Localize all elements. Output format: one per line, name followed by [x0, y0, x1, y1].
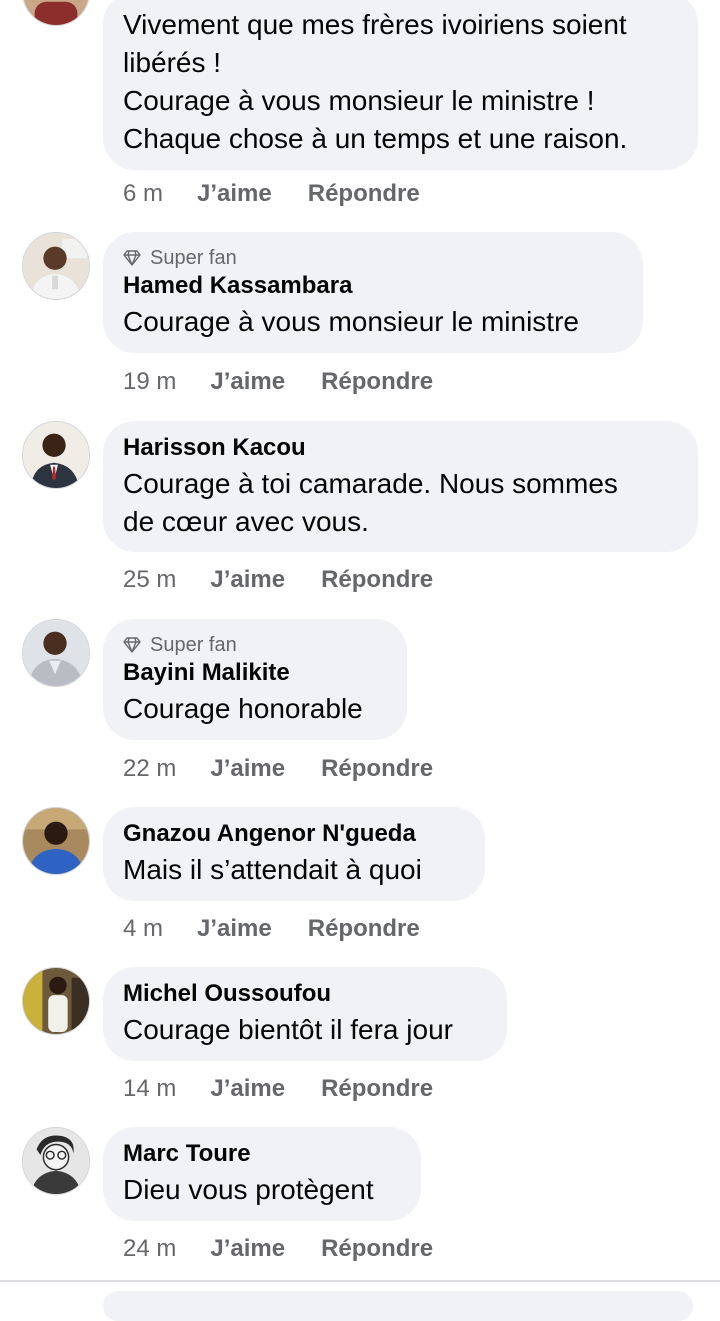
reply-button[interactable]: Répondre: [308, 180, 420, 208]
comment-text-line: Courage à vous monsieur le ministre !: [123, 85, 595, 116]
profile-photo: [23, 808, 89, 874]
comment-bubble[interactable]: Michel Oussoufou Courage bientôt il fera…: [103, 967, 507, 1061]
comment-bubble[interactable]: Marc Toure Dieu vous protègent: [103, 1127, 421, 1221]
comment-actions: 4 m J’aime Répondre: [123, 913, 420, 945]
comment-text: Courage à vous monsieur le ministre: [123, 303, 623, 341]
reply-button[interactable]: Répondre: [321, 368, 433, 396]
comment-text-line: libérés !: [123, 47, 222, 78]
comment-text-line: Courage à vous monsieur le ministre: [123, 306, 579, 337]
avatar[interactable]: [22, 619, 90, 687]
comment-actions: 22 m J’aime Répondre: [123, 753, 433, 785]
comment-author[interactable]: Gnazou Angenor N'gueda: [123, 819, 465, 849]
like-button[interactable]: J’aime: [197, 180, 272, 208]
avatar[interactable]: [22, 967, 90, 1035]
comment-text: Courage à toi camarade. Nous sommes de c…: [123, 465, 678, 541]
like-button[interactable]: J’aime: [210, 566, 285, 594]
comment-actions: 6 m J’aime Répondre: [123, 178, 420, 210]
comment-text: Courage bientôt il fera jour: [123, 1011, 487, 1049]
comment-actions: 19 m J’aime Répondre: [123, 366, 433, 398]
comment-actions: 24 m J’aime Répondre: [123, 1233, 433, 1265]
comment-text-line: Vivement que mes frères ivoiriens soient: [123, 9, 627, 40]
comment-actions: 14 m J’aime Répondre: [123, 1073, 433, 1105]
profile-photo: [23, 233, 89, 299]
comment-author[interactable]: Marc Toure: [123, 1139, 401, 1169]
comment-time: 22 m: [123, 755, 177, 782]
avatar[interactable]: [22, 421, 90, 489]
reply-button[interactable]: Répondre: [308, 915, 420, 943]
profile-photo: [23, 1128, 89, 1194]
comment-time: 25 m: [123, 566, 177, 593]
comment-text-line: Chaque chose à un temps et une raison.: [123, 123, 628, 154]
comment-time: 24 m: [123, 1235, 177, 1262]
comment-bubble[interactable]: Gnazou Angenor N'gueda Mais il s’attenda…: [103, 807, 485, 901]
comment-time: 4 m: [123, 915, 164, 942]
comment-text-line: Mais il s’attendait à quoi: [123, 854, 422, 885]
reply-button[interactable]: Répondre: [321, 1075, 433, 1103]
comment-author[interactable]: Michel Oussoufou: [123, 979, 487, 1009]
profile-photo: [23, 0, 89, 25]
like-button[interactable]: J’aime: [210, 1075, 285, 1103]
comment-actions: 25 m J’aime Répondre: [123, 564, 433, 596]
badge-label: Super fan: [150, 633, 237, 656]
comment-author[interactable]: Bayini Malikite: [123, 658, 387, 688]
super-fan-badge: Super fan: [123, 245, 623, 271]
badge-label: Super fan: [150, 246, 237, 269]
reply-button[interactable]: Répondre: [321, 566, 433, 594]
like-button[interactable]: J’aime: [210, 368, 285, 396]
comment-text-line: de cœur avec vous.: [123, 506, 369, 537]
comment-time: 19 m: [123, 368, 177, 395]
comment-bubble[interactable]: Vivement que mes frères ivoiriens soient…: [103, 0, 698, 170]
next-comment-bubble[interactable]: [103, 1291, 693, 1321]
avatar[interactable]: [22, 807, 90, 875]
comment-author[interactable]: Hamed Kassambara: [123, 271, 623, 301]
comment-bubble[interactable]: Harisson Kacou Courage à toi camarade. N…: [103, 421, 698, 552]
diamond-icon: [123, 250, 141, 266]
comment-text-line: Dieu vous protègent: [123, 1174, 374, 1205]
profile-photo: [23, 422, 89, 488]
comment-bubble[interactable]: Super fan Bayini Malikite Courage honora…: [103, 619, 407, 740]
comment-text: Courage honorable: [123, 690, 387, 728]
comment-text-line: Courage à toi camarade. Nous sommes: [123, 468, 618, 499]
divider: [0, 1280, 720, 1282]
comment-bubble[interactable]: Super fan Hamed Kassambara Courage à vou…: [103, 232, 643, 353]
avatar[interactable]: [22, 1127, 90, 1195]
comment-time: 14 m: [123, 1075, 177, 1102]
comment-text-line: Courage bientôt il fera jour: [123, 1014, 453, 1045]
profile-photo: [23, 968, 89, 1034]
reply-button[interactable]: Répondre: [321, 755, 433, 783]
comment-time: 6 m: [123, 180, 164, 207]
diamond-icon: [123, 637, 141, 653]
like-button[interactable]: J’aime: [210, 755, 285, 783]
super-fan-badge: Super fan: [123, 632, 387, 658]
profile-photo: [23, 620, 89, 686]
comment-text: Mais il s’attendait à quoi: [123, 851, 465, 889]
comment-text: Dieu vous protègent: [123, 1171, 401, 1209]
avatar[interactable]: [22, 0, 90, 26]
like-button[interactable]: J’aime: [210, 1235, 285, 1263]
avatar[interactable]: [22, 232, 90, 300]
comment-text: Vivement que mes frères ivoiriens soient…: [123, 6, 678, 158]
comment-text-line: Courage honorable: [123, 693, 363, 724]
like-button[interactable]: J’aime: [197, 915, 272, 943]
comment-author[interactable]: Harisson Kacou: [123, 433, 678, 463]
reply-button[interactable]: Répondre: [321, 1235, 433, 1263]
